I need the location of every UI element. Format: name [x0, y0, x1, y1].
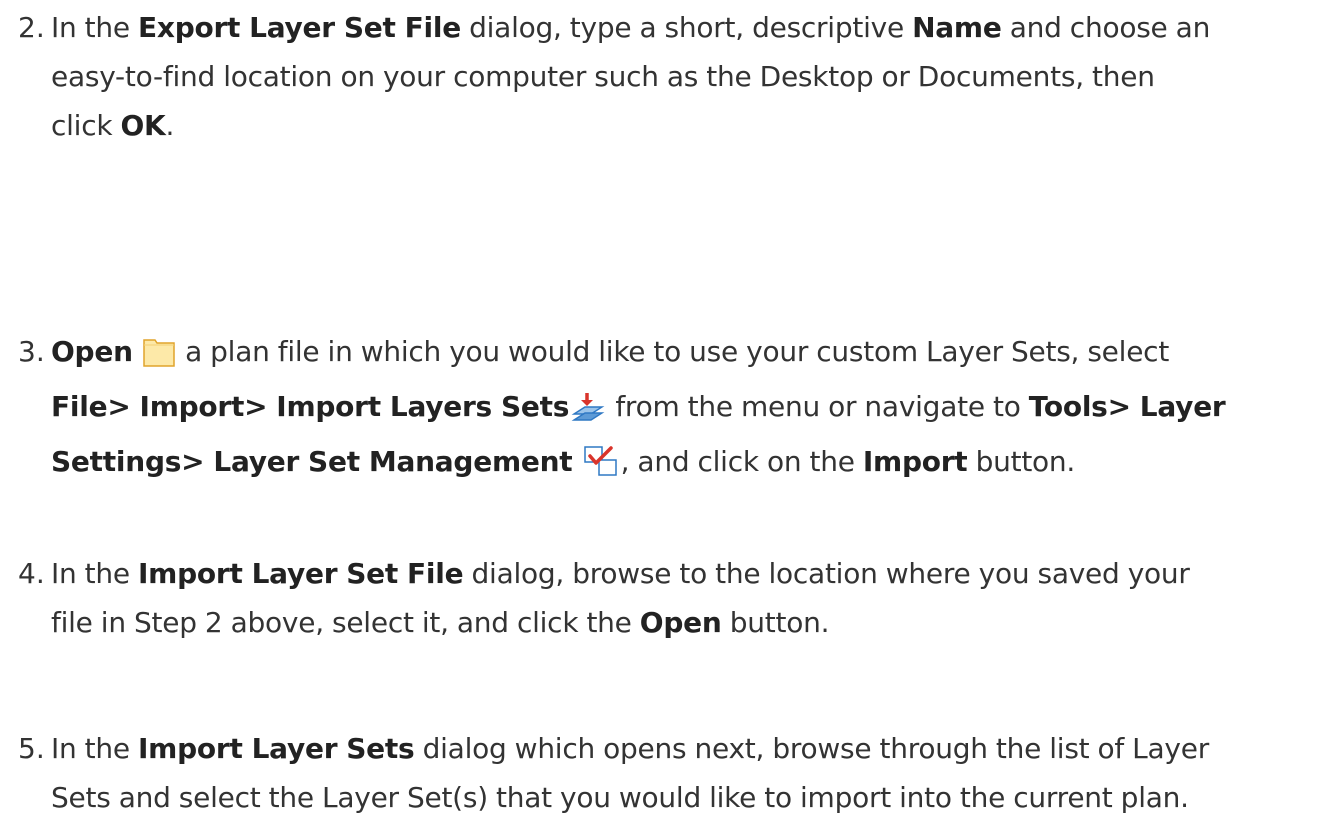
- button-name-import: Import: [862, 445, 968, 478]
- text-run: dialog, browse to the location where you…: [463, 557, 1190, 590]
- button-name-open: Open: [639, 606, 722, 639]
- text-run: , and click on the: [620, 445, 863, 478]
- step-number: 3.: [18, 335, 45, 368]
- text-run: dialog, type a short, descriptive: [460, 11, 913, 44]
- layer-set-management-icon: [583, 443, 619, 492]
- command-name-open: Open: [51, 335, 133, 368]
- step-line: Open a plan file in which you would like…: [51, 327, 1326, 382]
- text-run: In the: [51, 557, 139, 590]
- text-run: In the: [51, 11, 139, 44]
- text-run: .: [165, 109, 175, 142]
- text-run: dialog which opens next, browse through …: [414, 732, 1210, 765]
- dialog-name-import-layer-set-file: Import Layer Set File: [138, 557, 464, 590]
- text-run: from the menu or navigate to: [607, 390, 1029, 423]
- menu-path-tools-layer: Tools> Layer: [1028, 390, 1226, 423]
- text-run: click: [51, 109, 121, 142]
- step-line: click OK.: [51, 101, 1326, 150]
- step-number: 2.: [18, 11, 45, 44]
- step-line: Settings> Layer Set Management , and cli…: [51, 437, 1326, 492]
- folder-icon: [143, 333, 175, 382]
- step-number: 5.: [18, 732, 45, 765]
- menu-path-layer-set-management: Settings> Layer Set Management: [51, 445, 573, 478]
- text-run: In the: [51, 732, 139, 765]
- text-run: a plan file in which you would like to u…: [176, 335, 1170, 368]
- step-number: 4.: [18, 557, 45, 590]
- text-run: and choose an: [1001, 11, 1211, 44]
- step-line: In the Export Layer Set File dialog, typ…: [51, 3, 1326, 52]
- step-text: Open a plan file in which you would like…: [51, 327, 1326, 492]
- field-name-label: Name: [912, 11, 1002, 44]
- step-line: Sets and select the Layer Set(s) that yo…: [51, 781, 1189, 814]
- step-line: easy-to-find location on your computer s…: [51, 60, 1155, 93]
- step-text: In the Import Layer Set File dialog, bro…: [51, 549, 1326, 647]
- text-run: file in Step 2 above, select it, and cli…: [51, 606, 640, 639]
- dialog-name-export-layer-set-file: Export Layer Set File: [138, 11, 461, 44]
- dialog-name-import-layer-sets: Import Layer Sets: [138, 732, 415, 765]
- step-line: In the Import Layer Sets dialog which op…: [51, 724, 1326, 773]
- step-line: File> Import> Import Layers Sets from th…: [51, 382, 1326, 437]
- menu-path-import-layer-sets: File> Import> Import Layers Sets: [51, 390, 570, 423]
- step-line: In the Import Layer Set File dialog, bro…: [51, 549, 1326, 598]
- button-name-ok: OK: [120, 109, 166, 142]
- step-text: In the Export Layer Set File dialog, typ…: [51, 3, 1326, 150]
- text-run: button.: [721, 606, 830, 639]
- step-line: file in Step 2 above, select it, and cli…: [51, 598, 1326, 647]
- text-run: button.: [967, 445, 1076, 478]
- import-layer-sets-icon: [571, 388, 605, 437]
- step-text: In the Import Layer Sets dialog which op…: [51, 724, 1326, 822]
